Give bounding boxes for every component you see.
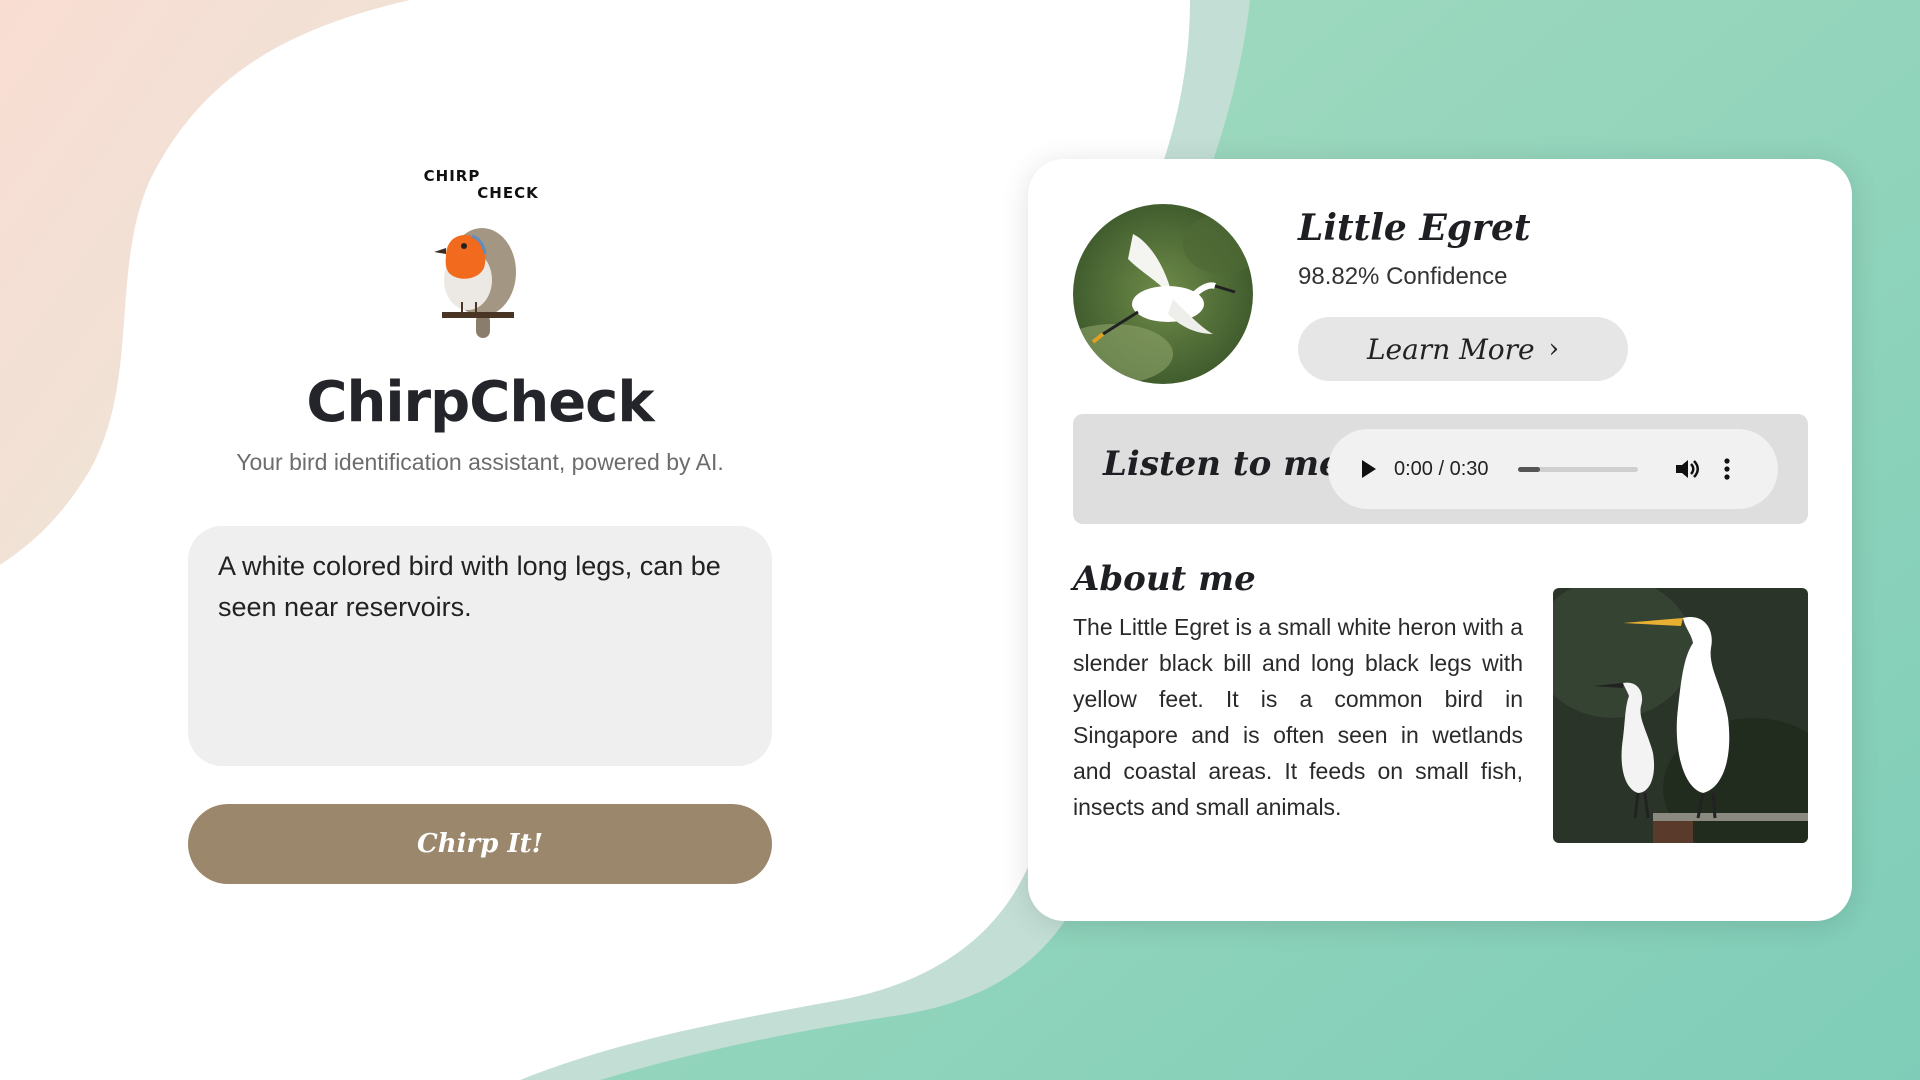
audio-progress-fill [1518, 466, 1540, 472]
egret-photo [1553, 588, 1808, 843]
bird-description-input[interactable]: A white colored bird with long legs, can… [188, 526, 772, 766]
logo-wordmark: CHIRP CHECK [188, 168, 772, 202]
app-title: ChirpCheck [306, 370, 654, 435]
robin-logo-icon [434, 228, 516, 338]
volume-icon[interactable] [1674, 457, 1700, 481]
more-vertical-icon[interactable] [1724, 457, 1730, 481]
logo-line-2: CHECK [477, 184, 539, 202]
audio-time: 0:00 / 0:30 [1394, 457, 1489, 480]
chevron-right-icon: › [1548, 334, 1560, 364]
confidence-score: 98.82% Confidence [1298, 263, 1508, 290]
bird-name: Little Egret [1298, 207, 1531, 249]
about-text: The Little Egret is a small white heron … [1073, 614, 1523, 820]
about-title: About me [1073, 559, 1256, 599]
result-card: Little Egret 98.82% Confidence Learn Mor… [1028, 159, 1852, 921]
learn-more-button[interactable]: Learn More › [1298, 317, 1628, 381]
egret-flying-image [1073, 204, 1253, 384]
listen-label: Listen to me [1103, 444, 1341, 484]
listen-section: Listen to me 0:00 / 0:30 [1073, 414, 1808, 524]
logo-line-1: CHIRP [423, 167, 481, 185]
learn-more-label: Learn More [1366, 332, 1535, 366]
audio-progress-bar[interactable] [1518, 466, 1638, 472]
left-panel: CHIRP CHECK ChirpCheck Your bird identif… [188, 168, 772, 884]
audio-player: 0:00 / 0:30 [1328, 429, 1778, 509]
bird-avatar [1073, 204, 1253, 384]
app-subtitle: Your bird identification assistant, powe… [236, 449, 724, 475]
egrets-standing-image [1553, 588, 1808, 843]
chirp-it-button[interactable]: Chirp It! [188, 804, 772, 884]
play-icon[interactable] [1362, 460, 1376, 478]
